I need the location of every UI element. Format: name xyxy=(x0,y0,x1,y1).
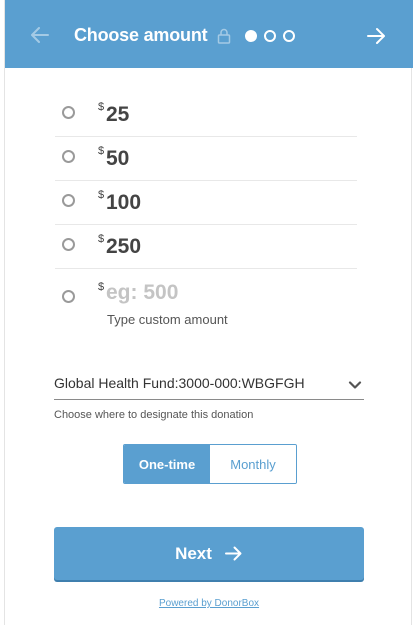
page-title: Choose amount xyxy=(74,25,208,45)
custom-amount-input[interactable]: eg: 500 xyxy=(106,281,178,305)
donation-form: Choose amount $ 25 $ 50 $ 100 $ 250 $ eg… xyxy=(4,0,413,625)
custom-amount-hint: Type custom amount xyxy=(107,312,228,327)
designation-value: Global Health Fund:3000-000:WBGFGH xyxy=(54,375,305,391)
designation-help-text: Choose where to designate this donation xyxy=(54,409,254,421)
next-button[interactable]: Next xyxy=(54,527,364,580)
currency-symbol: $ xyxy=(98,233,105,245)
radio-button[interactable] xyxy=(62,290,75,303)
currency-symbol: $ xyxy=(98,101,105,113)
currency-symbol: $ xyxy=(98,145,105,157)
step-dot-3 xyxy=(283,30,295,42)
monthly-button[interactable]: Monthly xyxy=(210,445,296,483)
radio-button[interactable] xyxy=(62,150,75,163)
amount-value: 50 xyxy=(106,147,130,170)
currency-symbol: $ xyxy=(98,281,105,293)
radio-button[interactable] xyxy=(62,106,75,119)
amount-value: 25 xyxy=(106,103,130,126)
amount-value: 250 xyxy=(106,235,142,258)
amount-option-25[interactable]: $ 25 xyxy=(55,93,357,137)
frequency-toggle: One-time Monthly xyxy=(123,444,297,484)
amount-option-50[interactable]: $ 50 xyxy=(55,137,357,181)
radio-button[interactable] xyxy=(62,194,75,207)
step-dot-2 xyxy=(264,30,276,42)
arrow-right-icon xyxy=(224,546,242,561)
currency-symbol: $ xyxy=(98,189,105,201)
one-time-button[interactable]: One-time xyxy=(124,445,210,483)
next-button-label: Next xyxy=(175,543,212,563)
custom-amount-option[interactable]: $ eg: 500 Type custom amount xyxy=(55,277,357,333)
amount-option-250[interactable]: $ 250 xyxy=(55,225,357,269)
step-indicator xyxy=(245,30,295,42)
arrow-left-icon[interactable] xyxy=(29,24,51,46)
amount-value: 100 xyxy=(106,191,142,214)
radio-button[interactable] xyxy=(62,238,75,251)
lock-icon xyxy=(217,28,231,44)
step-dot-1 xyxy=(245,30,257,42)
arrow-right-icon[interactable] xyxy=(365,25,387,47)
header-bar: Choose amount xyxy=(5,0,413,68)
amount-option-100[interactable]: $ 100 xyxy=(55,181,357,225)
designation-select[interactable]: Global Health Fund:3000-000:WBGFGH xyxy=(54,371,364,400)
chevron-down-icon[interactable] xyxy=(348,378,362,392)
powered-by-link[interactable]: Powered by DonorBox xyxy=(5,598,413,609)
